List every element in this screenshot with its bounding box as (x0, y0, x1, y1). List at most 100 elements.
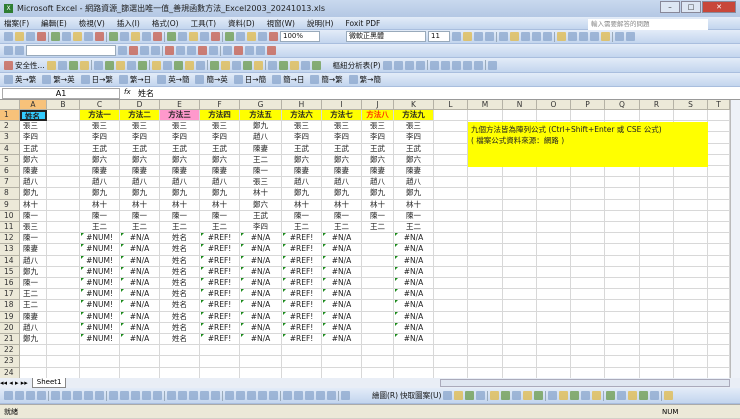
cell[interactable] (503, 356, 537, 368)
toolbar-icon[interactable] (601, 32, 610, 41)
cell[interactable]: 陳一 (160, 210, 200, 222)
toolbar-icon[interactable] (104, 60, 114, 70)
column-header-S[interactable]: S (674, 100, 708, 110)
toolbar-icon[interactable] (476, 391, 486, 400)
cell[interactable]: 鄭九 (20, 334, 47, 346)
cell[interactable] (537, 367, 571, 378)
toolbar-icon[interactable] (311, 60, 321, 70)
toolbar-icon[interactable] (109, 32, 118, 41)
cell[interactable] (200, 345, 240, 357)
cell[interactable] (468, 278, 503, 290)
cell[interactable]: 李四 (394, 132, 434, 144)
toolbar-icon[interactable] (245, 46, 254, 55)
toolbar-icon[interactable] (211, 391, 220, 400)
cell[interactable] (434, 222, 468, 234)
cell[interactable] (47, 278, 80, 290)
cell[interactable] (674, 222, 708, 234)
toolbar-icon[interactable] (534, 391, 544, 400)
toolbar-icon[interactable] (73, 391, 82, 400)
cell[interactable]: #N/A (322, 322, 362, 334)
toolbar-icon[interactable] (452, 32, 461, 41)
column-header-F[interactable]: F (200, 100, 240, 110)
toolbar-icon[interactable] (73, 32, 82, 41)
cell[interactable]: #N/A (240, 255, 282, 267)
toolbar-icon[interactable] (153, 391, 162, 400)
cell[interactable]: 李四 (20, 132, 47, 144)
cell[interactable] (708, 289, 730, 301)
cell[interactable] (362, 244, 394, 256)
cell[interactable] (47, 199, 80, 211)
cell[interactable] (640, 367, 674, 378)
column-header-E[interactable]: E (160, 100, 200, 110)
cell[interactable]: 王二 (80, 222, 120, 234)
cell[interactable] (468, 110, 503, 122)
cell[interactable]: 張三 (362, 121, 394, 133)
cell[interactable] (605, 367, 640, 378)
cell[interactable]: #NUM! (80, 322, 120, 334)
cell[interactable]: 趙八 (20, 255, 47, 267)
cell[interactable]: #NUM! (80, 278, 120, 290)
toolbar-icon[interactable] (473, 60, 483, 70)
cell[interactable]: 鄭九 (160, 188, 200, 200)
toolbar-icon[interactable] (37, 391, 46, 400)
cell[interactable]: #N/A (394, 278, 434, 290)
cell[interactable] (640, 266, 674, 278)
toolbar-icon[interactable] (4, 46, 13, 55)
cell[interactable]: #N/A (394, 255, 434, 267)
cell[interactable] (640, 166, 674, 178)
cell[interactable]: 姓名 (160, 311, 200, 323)
cell[interactable] (640, 244, 674, 256)
tab-nav-icons[interactable]: ◂◂ ◂ ▸ ▸▸ (0, 379, 28, 387)
cell[interactable] (434, 132, 468, 144)
menu-item[interactable]: 檢視(V) (79, 18, 105, 29)
column-header-N[interactable]: N (503, 100, 537, 110)
toolbar-icon[interactable] (220, 60, 230, 70)
cell[interactable]: #N/A (240, 300, 282, 312)
cell[interactable] (605, 210, 640, 222)
toolbar-icon[interactable] (615, 32, 624, 41)
cell[interactable] (674, 266, 708, 278)
row-header[interactable]: 20 (0, 322, 20, 334)
cell[interactable]: 方法九 (394, 110, 434, 122)
toolbar-icon[interactable] (162, 60, 172, 70)
cell[interactable] (503, 322, 537, 334)
autoshape-menu[interactable]: 快取圖案(U) (400, 390, 441, 401)
toolbar-icon[interactable] (62, 391, 71, 400)
row-header[interactable]: 2 (0, 121, 20, 133)
toolbar-icon[interactable] (15, 32, 24, 41)
menu-item[interactable]: 格式(O) (152, 18, 179, 29)
cell[interactable] (571, 244, 605, 256)
toolbar-icon[interactable] (440, 60, 450, 70)
cell[interactable]: #NUM! (80, 244, 120, 256)
cell[interactable] (47, 143, 80, 155)
cell[interactable]: 陳妻 (362, 166, 394, 178)
cell[interactable]: 陳一 (120, 210, 160, 222)
cell[interactable] (605, 233, 640, 245)
cell[interactable]: #REF! (282, 255, 322, 267)
cell[interactable] (362, 367, 394, 378)
row-header[interactable]: 22 (0, 345, 20, 357)
toolbar-icon[interactable] (487, 60, 497, 70)
cell[interactable] (537, 177, 571, 189)
cell[interactable] (708, 132, 730, 144)
cell[interactable]: #NUM! (80, 311, 120, 323)
cell[interactable] (605, 110, 640, 122)
cell[interactable] (605, 199, 640, 211)
cell[interactable] (362, 311, 394, 323)
cell[interactable]: 姓名 (160, 266, 200, 278)
cell[interactable]: 陳一 (200, 210, 240, 222)
cell[interactable]: 張三 (20, 121, 47, 133)
toolbar-icon[interactable] (37, 32, 46, 41)
cell[interactable] (571, 311, 605, 323)
cell[interactable] (640, 311, 674, 323)
cell[interactable]: 林十 (322, 199, 362, 211)
cell[interactable] (708, 322, 730, 334)
cell[interactable]: #REF! (200, 289, 240, 301)
cell[interactable]: 趙八 (200, 177, 240, 189)
cell[interactable]: 陳妻 (20, 311, 47, 323)
cell[interactable] (503, 166, 537, 178)
cell[interactable]: 鄭九 (80, 188, 120, 200)
cell[interactable] (537, 266, 571, 278)
cell[interactable]: #N/A (120, 255, 160, 267)
cell[interactable] (640, 334, 674, 346)
